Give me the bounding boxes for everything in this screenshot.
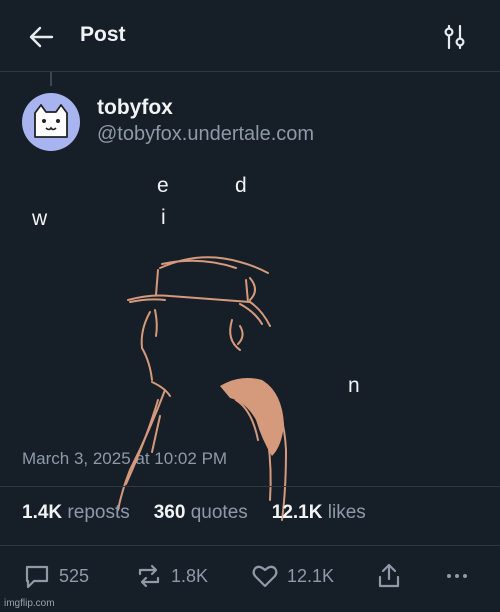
post-timestamp: March 3, 2025 at 10:02 PM [22,449,228,468]
heart-icon [252,565,278,588]
share-button[interactable] [374,560,404,592]
likes-count: 12.1K [271,502,323,523]
post-header: Post [0,0,500,72]
ellipsis-icon [447,574,467,578]
reposts-stat[interactable]: 1.4K reposts [22,502,130,524]
reply-button[interactable]: 525 [22,560,89,592]
likes-label: likes [327,502,366,523]
page-title: Post [80,23,126,46]
post-letter-e: e [157,174,169,197]
thread-connector [50,72,52,86]
quotes-label: quotes [190,502,248,523]
repost-count: 1.8K [171,565,209,586]
quotes-stat[interactable]: 360 quotes [154,502,248,524]
speech-bubble-icon [25,565,49,589]
repost-button[interactable]: 1.8K [134,560,208,592]
arrow-left-icon [29,26,54,48]
like-count: 12.1K [287,565,335,586]
engagement-stats: 1.4K reposts 360 quotes 12.1K likes [22,502,366,524]
divider [0,545,500,546]
more-options-button[interactable] [442,560,472,592]
post-letter-w: w [32,207,48,230]
author-display-name[interactable]: tobyfox [97,96,173,120]
post-actions-bar: 525 1.8K 12.1K [0,560,500,592]
back-button[interactable] [26,22,56,52]
avatar[interactable] [22,93,80,151]
divider [0,486,500,487]
thread-settings-button[interactable] [440,22,470,52]
post-letter-n: n [348,374,360,397]
author-handle[interactable]: @tobyfox.undertale.com [97,123,314,146]
reply-count: 525 [59,565,90,586]
sliders-icon [444,24,465,50]
white-cat-face-icon [34,104,68,138]
reposts-label: reposts [67,502,130,523]
repost-icon [138,564,160,588]
reposts-count: 1.4K [22,502,63,523]
share-icon [378,563,400,588]
quotes-count: 360 [153,502,186,523]
post-letter-d: d [235,174,247,197]
watermark: imgflip.com [4,598,55,609]
like-button[interactable]: 12.1K [250,560,334,592]
post-letter-i: i [161,206,166,229]
likes-stat[interactable]: 12.1K likes [272,502,366,524]
